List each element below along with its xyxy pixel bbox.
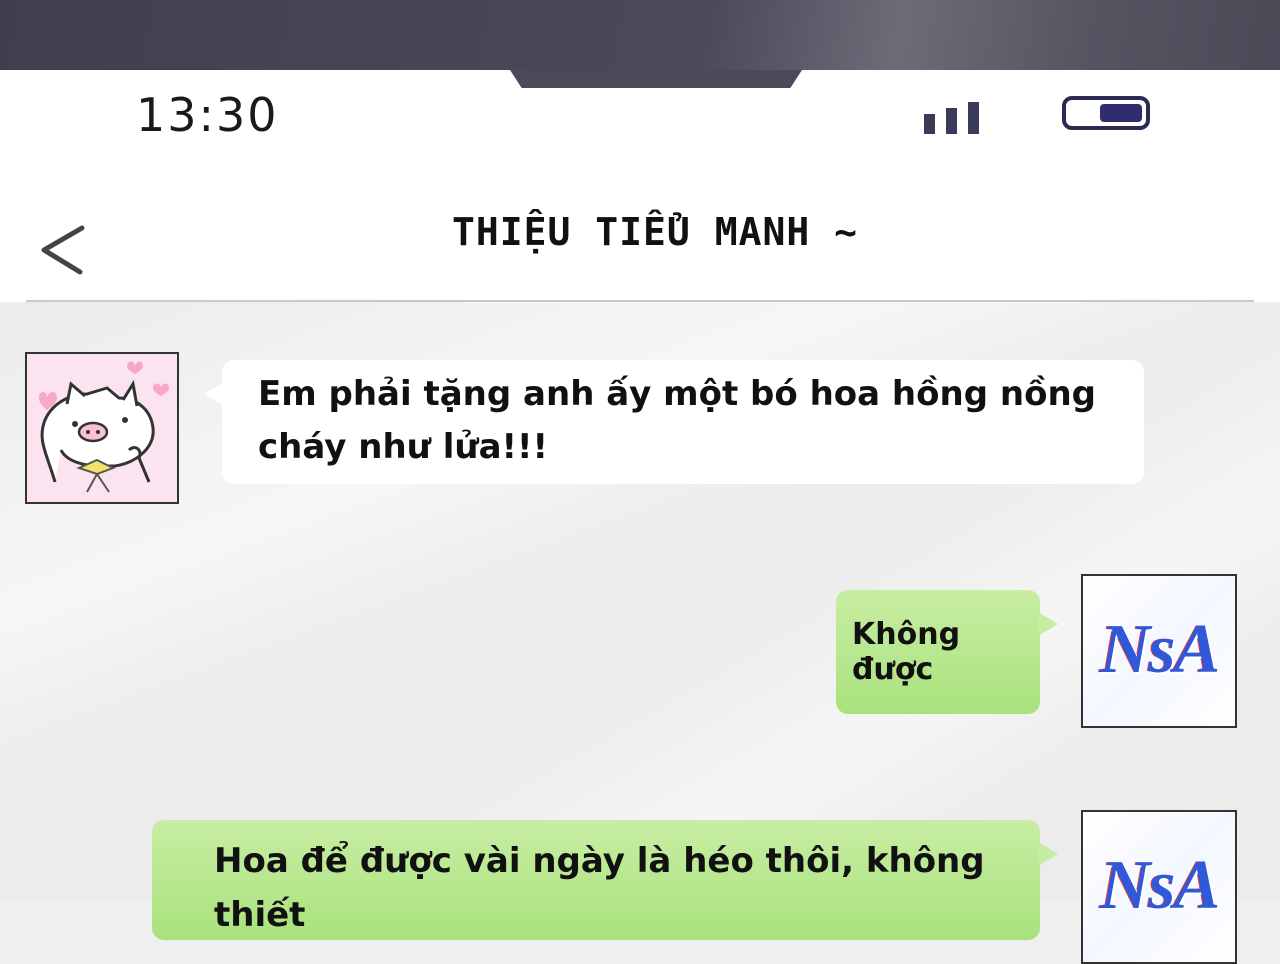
chat-title: THIỆU TIỂU MANH ~ <box>452 210 858 254</box>
user-avatar[interactable]: NsA <box>1081 810 1237 964</box>
signal-icon <box>924 100 984 134</box>
nsa-logo: NsA <box>1099 847 1220 924</box>
nsa-logo: NsA <box>1099 611 1220 688</box>
message-bubble-incoming[interactable]: Em phải tặng anh ấy một bó hoa hồng nồng… <box>204 360 1144 484</box>
contact-avatar[interactable] <box>25 352 179 504</box>
battery-level <box>1100 104 1142 122</box>
phone-frame-top <box>0 0 1280 72</box>
message-text: Hoa để được vài ngày là héo thôi, không … <box>214 841 985 935</box>
message-bubble-outgoing[interactable]: Hoa để được vài ngày là héo thôi, không … <box>152 820 1058 940</box>
message-bubble-outgoing[interactable]: Không được <box>836 590 1058 714</box>
status-time: 13:30 <box>136 88 279 142</box>
pig-avatar-icon <box>27 354 177 502</box>
user-avatar[interactable]: NsA <box>1081 574 1237 728</box>
phone-notch <box>510 70 802 88</box>
message-text: Không được <box>852 617 961 687</box>
battery-icon <box>1062 96 1150 130</box>
